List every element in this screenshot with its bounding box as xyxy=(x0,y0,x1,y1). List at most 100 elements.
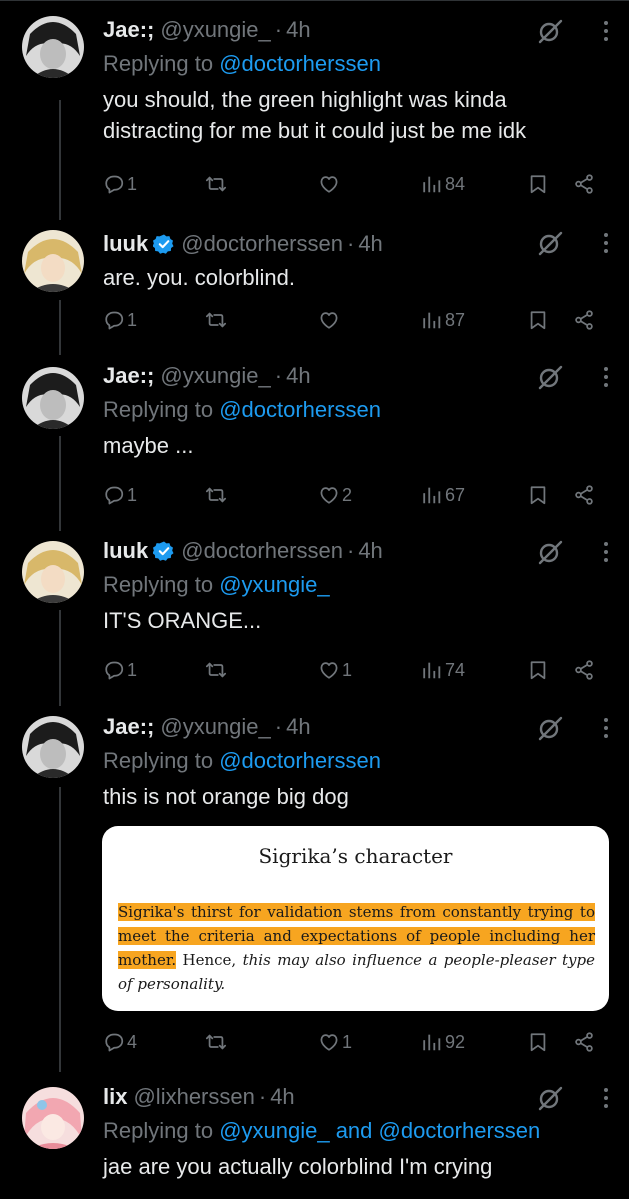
more-options-icon[interactable] xyxy=(603,541,609,563)
grok-icon[interactable] xyxy=(537,1085,563,1111)
username[interactable]: @yxungie_ xyxy=(160,363,270,389)
tweet-text: jae are you actually colorblind I'm cryi… xyxy=(103,1154,493,1179)
more-options-icon[interactable] xyxy=(603,1087,609,1109)
bookmark-button[interactable] xyxy=(527,655,549,685)
grok-icon[interactable] xyxy=(537,18,563,44)
grok-icon[interactable] xyxy=(537,364,563,390)
share-icon xyxy=(575,174,593,194)
reply-button[interactable]: 4 xyxy=(103,1027,137,1057)
share-button[interactable] xyxy=(573,1027,595,1057)
views-button[interactable]: 87 xyxy=(421,305,465,335)
more-options-icon[interactable] xyxy=(603,232,609,254)
tweet-header: lix @lixherssen · 4h xyxy=(103,1081,609,1113)
display-name[interactable]: lix xyxy=(103,1084,127,1110)
views-button[interactable]: 92 xyxy=(421,1027,465,1057)
more-options-icon[interactable] xyxy=(603,717,609,739)
retweet-button[interactable] xyxy=(205,1027,227,1057)
separator-dot: · xyxy=(346,538,355,563)
heart-icon xyxy=(320,487,338,504)
mention-link[interactable]: @doctorherssen xyxy=(219,51,381,76)
mention-link[interactable]: @yxungie_ and @doctorherssen xyxy=(219,1118,540,1143)
replying-label: Replying to xyxy=(103,1118,220,1143)
mention-link[interactable]: @doctorherssen xyxy=(219,397,381,422)
timestamp[interactable]: 4h xyxy=(358,538,382,564)
avatar[interactable] xyxy=(22,230,84,292)
views-button[interactable]: 74 xyxy=(421,655,465,685)
like-button[interactable] xyxy=(318,169,342,199)
like-button[interactable]: 1 xyxy=(318,1027,352,1057)
timestamp[interactable]: 4h xyxy=(286,17,310,43)
tweet-text: you should, the green highlight was kind… xyxy=(103,87,527,143)
display-name[interactable]: Jae:; xyxy=(103,363,154,389)
share-icon xyxy=(575,485,593,505)
replying-to: Replying to @doctorherssen xyxy=(103,46,609,82)
action-bar: 1 87 xyxy=(103,305,609,335)
share-icon xyxy=(575,1032,593,1052)
action-bar: 4 1 92 xyxy=(103,1027,609,1057)
views-button[interactable]: 67 xyxy=(421,480,465,510)
reply-button[interactable]: 1 xyxy=(103,655,137,685)
username[interactable]: @yxungie_ xyxy=(160,714,270,740)
share-button[interactable] xyxy=(573,305,595,335)
share-button[interactable] xyxy=(573,169,595,199)
username[interactable]: @doctorherssen xyxy=(181,538,343,564)
replying-label: Replying to xyxy=(103,748,220,773)
avatar[interactable] xyxy=(22,1087,84,1149)
retweet-button[interactable] xyxy=(205,169,227,199)
image-title: Sigrika’s character xyxy=(258,844,453,868)
like-button[interactable] xyxy=(318,305,342,335)
more-options-icon[interactable] xyxy=(603,366,609,388)
grok-icon[interactable] xyxy=(537,230,563,256)
avatar[interactable] xyxy=(22,541,84,603)
like-button[interactable]: 2 xyxy=(318,480,352,510)
bookmark-button[interactable] xyxy=(527,1027,549,1057)
display-name[interactable]: Jae:; xyxy=(103,714,154,740)
tweet-image[interactable]: Sigrika’s character Sigrika's thirst for… xyxy=(102,826,609,1011)
tweet[interactable]: luuk @doctorherssen · 4h are. you. color… xyxy=(0,220,629,358)
timestamp[interactable]: 4h xyxy=(286,363,310,389)
grok-icon[interactable] xyxy=(537,715,563,741)
timestamp[interactable]: 4h xyxy=(270,1084,294,1110)
display-name[interactable]: Jae:; xyxy=(103,17,154,43)
display-name[interactable]: luuk xyxy=(103,231,148,257)
username[interactable]: @lixherssen xyxy=(133,1084,254,1110)
bookmark-button[interactable] xyxy=(527,305,549,335)
avatar[interactable] xyxy=(22,367,84,429)
reply-count: 1 xyxy=(127,659,138,680)
bookmark-button[interactable] xyxy=(527,480,549,510)
retweet-button[interactable] xyxy=(205,305,227,335)
avatar[interactable] xyxy=(22,16,84,78)
like-button[interactable]: 1 xyxy=(318,655,352,685)
tweet[interactable]: lix @lixherssen · 4h Replying to @yxungi… xyxy=(0,1073,629,1199)
bookmark-button[interactable] xyxy=(527,169,549,199)
tweet[interactable]: Jae:; @yxungie_ · 4h Replying to @doctor… xyxy=(0,358,629,531)
tweet[interactable]: Jae:; @yxungie_ · 4h Replying to @doctor… xyxy=(0,0,629,220)
mention-link[interactable]: @yxungie_ xyxy=(219,572,329,597)
views-icon xyxy=(423,487,441,504)
replying-to: Replying to @yxungie_ xyxy=(103,567,609,603)
retweet-button[interactable] xyxy=(205,655,227,685)
separator-dot: · xyxy=(274,363,283,388)
more-options-icon[interactable] xyxy=(603,20,609,42)
grok-icon[interactable] xyxy=(537,539,563,565)
bookmark-icon xyxy=(530,311,546,330)
timestamp[interactable]: 4h xyxy=(358,231,382,257)
views-button[interactable]: 84 xyxy=(421,169,465,199)
views-icon xyxy=(423,312,441,329)
reply-button[interactable]: 1 xyxy=(103,305,137,335)
share-button[interactable] xyxy=(573,480,595,510)
avatar[interactable] xyxy=(22,716,84,778)
view-count: 74 xyxy=(445,659,466,680)
tweet[interactable]: luuk @doctorherssen · 4h Replying to @yx… xyxy=(0,531,629,707)
view-count: 87 xyxy=(445,309,466,330)
mention-link[interactable]: @doctorherssen xyxy=(219,748,381,773)
username[interactable]: @yxungie_ xyxy=(160,17,270,43)
display-name[interactable]: luuk xyxy=(103,538,148,564)
image-text: Sigrika's thirst for validation stems fr… xyxy=(118,900,595,996)
share-button[interactable] xyxy=(573,655,595,685)
reply-button[interactable]: 1 xyxy=(103,480,137,510)
reply-button[interactable]: 1 xyxy=(103,169,137,199)
timestamp[interactable]: 4h xyxy=(286,714,310,740)
username[interactable]: @doctorherssen xyxy=(181,231,343,257)
retweet-button[interactable] xyxy=(205,480,227,510)
